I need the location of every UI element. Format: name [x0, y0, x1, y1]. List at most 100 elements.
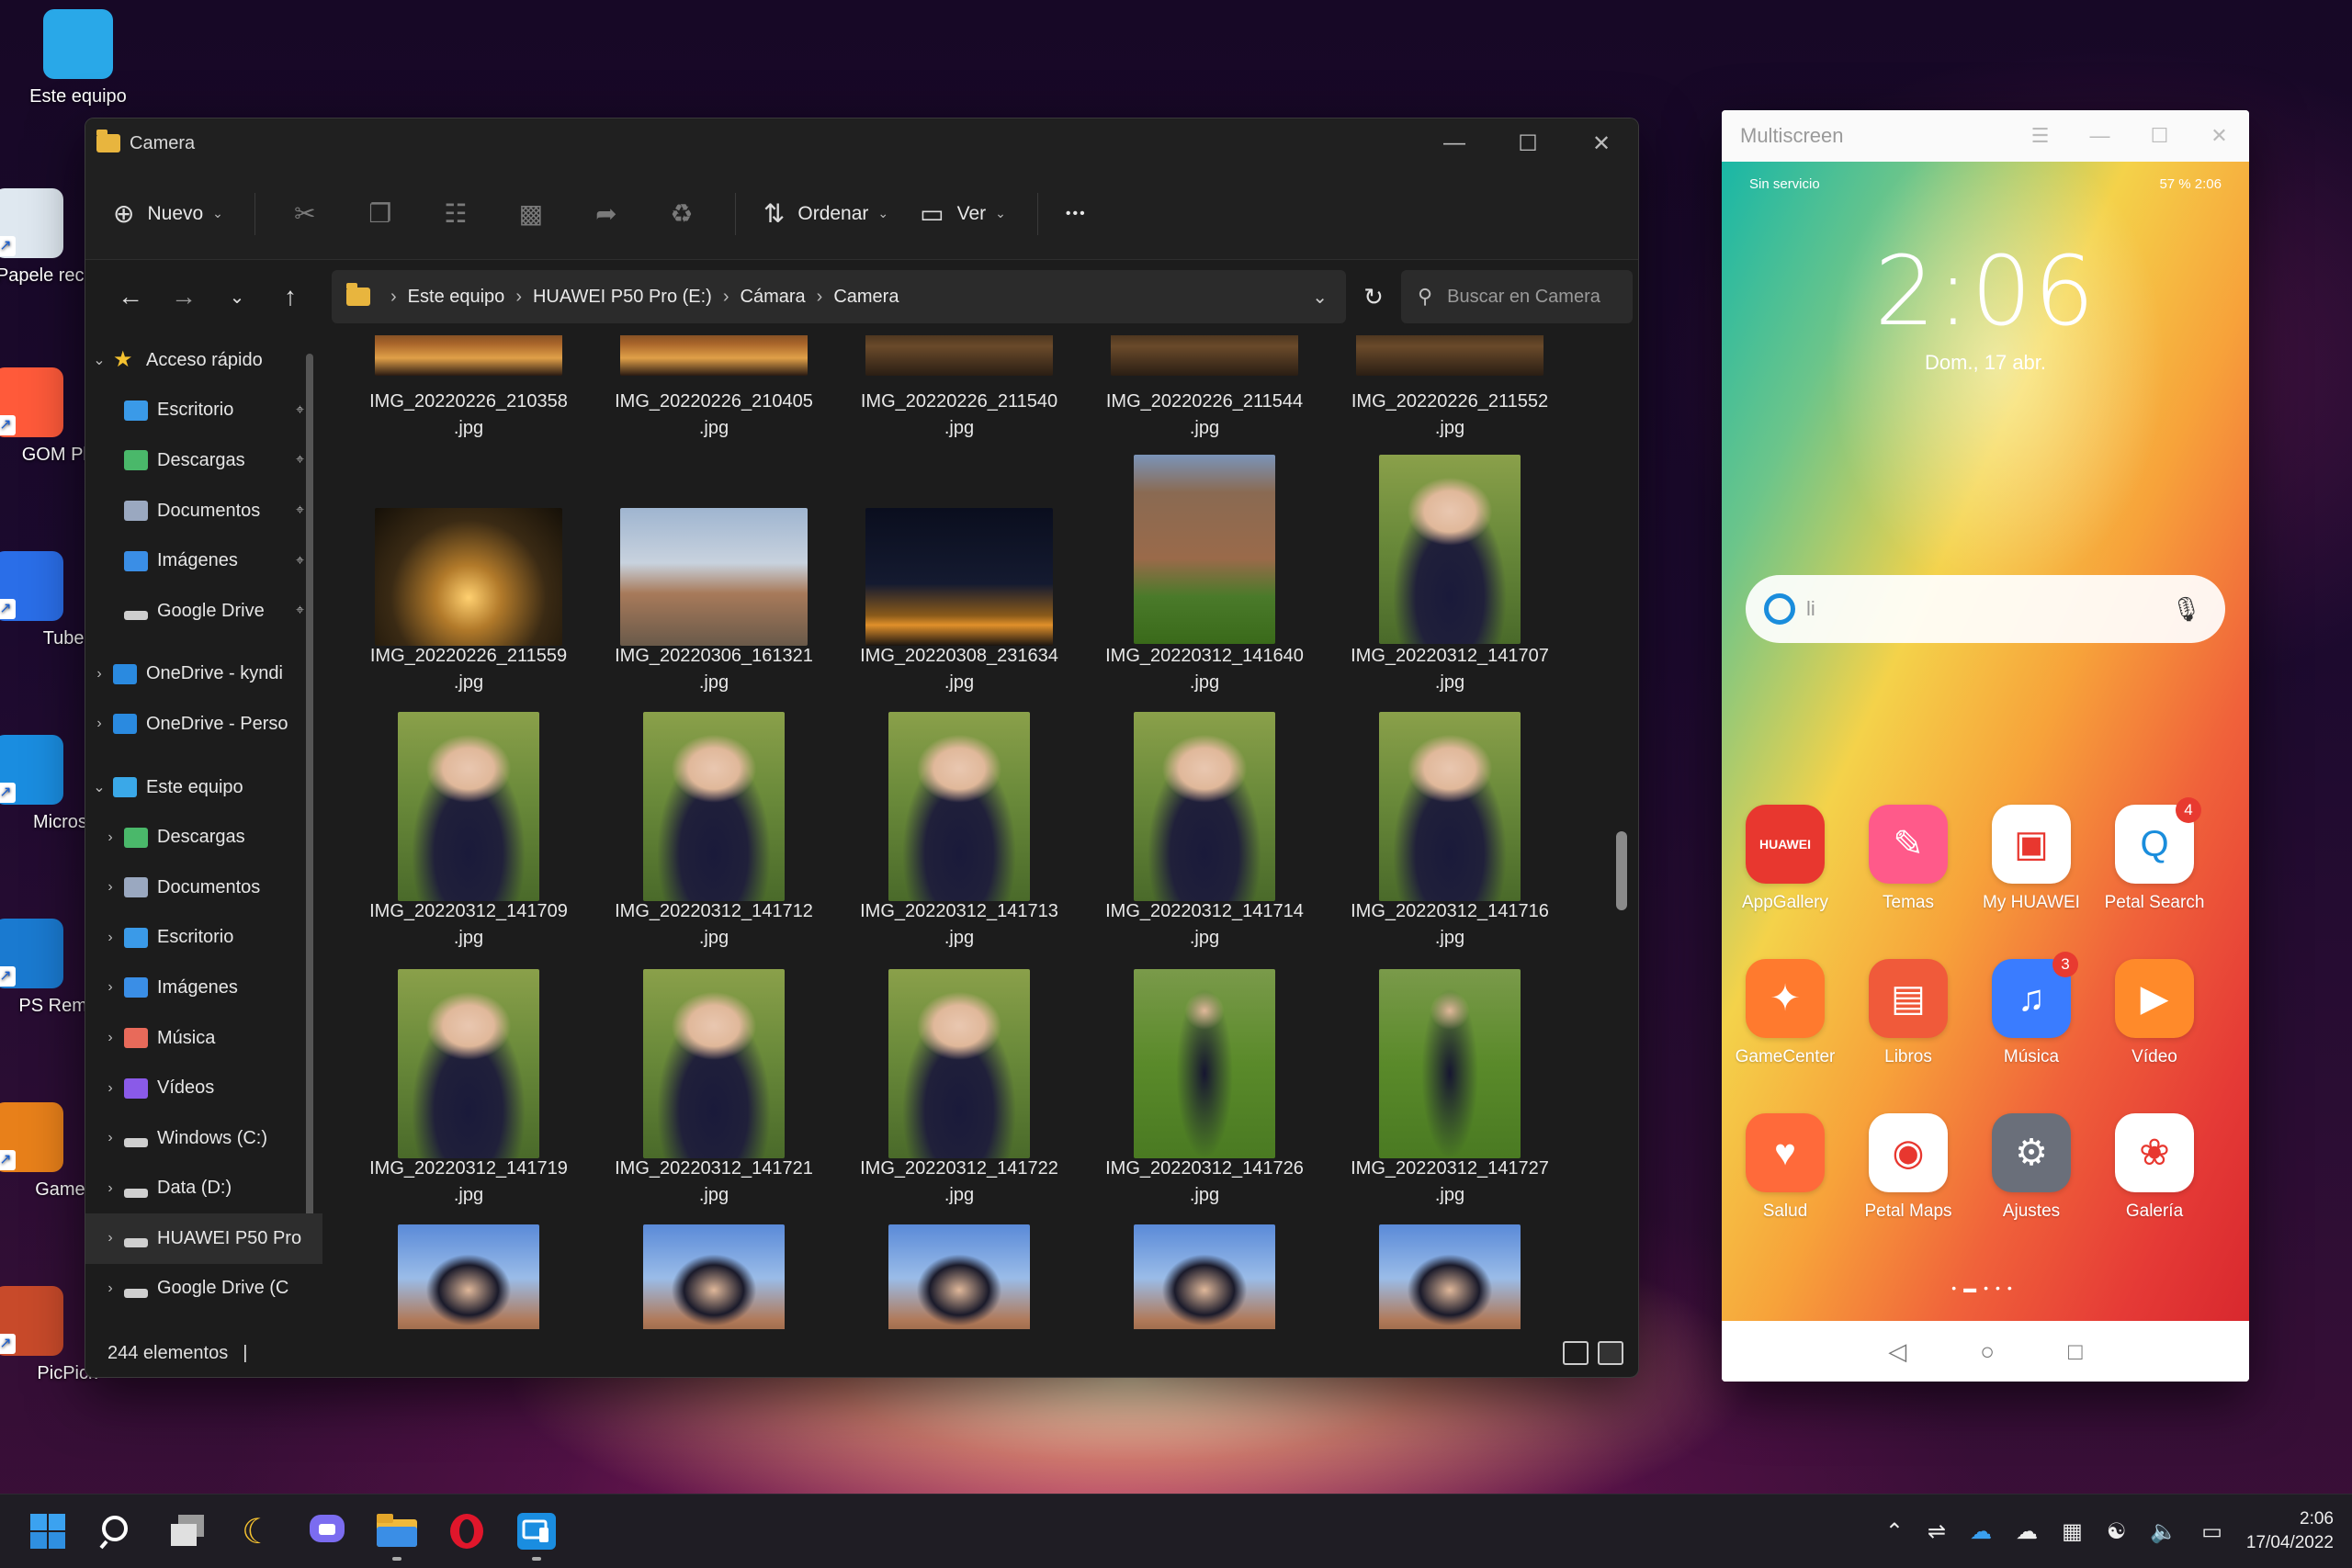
desktop-shortcut[interactable]: ↗ PicPick [0, 1286, 97, 1384]
wifi-icon[interactable]: ☯ [2107, 1518, 2127, 1545]
app-launcher[interactable]: HUAWEI AppGallery [1724, 805, 1847, 913]
address-dropdown-icon[interactable]: ⌄ [1312, 286, 1328, 309]
sidebar-item[interactable]: Documentos ⌖ [85, 486, 322, 536]
maximize-button[interactable]: ☐ [1491, 130, 1565, 157]
desktop-shortcut[interactable]: ↗ Papele recic [0, 188, 97, 287]
chevron-right-icon[interactable]: › [96, 930, 124, 946]
search-input[interactable]: ⚲ Buscar en Camera [1401, 270, 1633, 323]
menu-icon[interactable]: ☰ [2010, 124, 2070, 148]
chevron-right-icon[interactable]: › [96, 879, 124, 896]
app-launcher[interactable]: ⚙ Ajustes [1970, 1113, 2093, 1222]
navigation-pane[interactable]: ⌄ ★ Acceso rápido Escritorio ⌖ Descargas ⌖ Docu… [85, 335, 322, 1329]
chevron-right-icon[interactable]: › [96, 1130, 124, 1146]
view-button[interactable]: ▭ Ver ⌄ [920, 198, 1006, 229]
multiscreen-taskbar-button[interactable] [502, 1498, 571, 1564]
sidebar-item[interactable]: ⌄ ★ Acceso rápido [85, 335, 322, 386]
battery-icon[interactable]: ▭ [2201, 1518, 2222, 1545]
chevron-right-icon[interactable]: › [96, 1030, 124, 1046]
recents-nav-icon[interactable]: □ [2068, 1337, 2083, 1366]
home-nav-icon[interactable]: ○ [1980, 1337, 1995, 1366]
file-explorer-taskbar-button[interactable] [362, 1498, 432, 1564]
desktop-shortcut[interactable]: Este equipo [9, 9, 147, 107]
chevron-right-icon[interactable]: › [96, 829, 124, 846]
large-icons-view-icon[interactable] [1598, 1341, 1623, 1365]
sidebar-item[interactable]: Google Drive ⌖ [85, 586, 322, 637]
cloud-icon[interactable]: ☁ [2016, 1518, 2038, 1545]
multiscreen-title-bar[interactable]: Multiscreen ☰ — ☐ ✕ [1722, 110, 2249, 162]
sidebar-item[interactable]: › Escritorio [85, 913, 322, 964]
task-view-button[interactable] [153, 1498, 222, 1564]
forward-button[interactable]: → [157, 282, 210, 311]
sidebar-item[interactable]: › Data (D:) [85, 1164, 322, 1214]
sort-button[interactable]: ⇅ Ordenar ⌄ [763, 198, 888, 229]
back-nav-icon[interactable]: ◁ [1888, 1337, 1906, 1366]
chevron-right-icon[interactable]: › [96, 979, 124, 996]
share-icon[interactable]: ➦ [584, 198, 628, 229]
more-options-button[interactable]: ••• [1066, 206, 1087, 222]
copy-icon[interactable]: ❐ [358, 198, 402, 229]
app-launcher[interactable]: ♫ 3 Música [1970, 952, 2093, 1067]
teams-chat-button[interactable] [292, 1498, 362, 1564]
refresh-button[interactable]: ↻ [1346, 283, 1401, 311]
start-button[interactable] [13, 1498, 83, 1564]
night-light-app[interactable]: ☾ [222, 1498, 292, 1564]
file-view[interactable]: IMG_20220226_210358 .jpg IMG_20220226_2104… [322, 335, 1638, 1329]
close-button[interactable]: ✕ [1565, 130, 1638, 157]
app-launcher[interactable]: ▶ Vídeo [2093, 959, 2216, 1067]
app-launcher[interactable]: ▤ Libros [1847, 959, 1970, 1067]
desktop-shortcut[interactable]: ↗ GameE [0, 1102, 97, 1201]
maximize-button[interactable]: ☐ [2130, 124, 2189, 148]
sidebar-item[interactable]: › Descargas [85, 812, 322, 863]
sidebar-item[interactable]: ⌄ Este equipo [85, 762, 322, 813]
phone-screen[interactable]: Sin servicio 57 % 2:06 2:06 Dom., 17 abr… [1722, 162, 2249, 1382]
app-launcher[interactable]: ◉ Petal Maps [1847, 1113, 1970, 1222]
sidebar-item[interactable]: › OneDrive - kyndi [85, 649, 322, 700]
breadcrumb-camera[interactable]: Camera [833, 287, 899, 308]
chevron-right-icon[interactable]: › [96, 1230, 124, 1247]
up-button[interactable]: ↑ [264, 282, 317, 311]
breadcrumb-drive[interactable]: HUAWEI P50 Pro (E:) [533, 287, 712, 308]
chevron-right-icon[interactable]: › [85, 716, 113, 732]
chevron-right-icon[interactable]: › [96, 1180, 124, 1197]
minimize-button[interactable]: — [1418, 130, 1491, 157]
breadcrumb-camara[interactable]: Cámara [741, 287, 806, 308]
controls-icon[interactable]: ⇌ [1928, 1518, 1946, 1545]
close-button[interactable]: ✕ [2189, 124, 2249, 148]
network-activity-icon[interactable]: ▦ [2062, 1518, 2083, 1545]
app-launcher[interactable]: ❀ Galería [2093, 1113, 2216, 1222]
sidebar-item[interactable]: Escritorio ⌖ [85, 386, 322, 436]
chevron-right-icon[interactable]: › [96, 1080, 124, 1097]
app-launcher[interactable]: ✎ Temas [1847, 805, 1970, 913]
sidebar-item[interactable]: › Vídeos [85, 1063, 322, 1113]
delete-icon[interactable]: ♻ [660, 198, 704, 229]
microphone-icon[interactable]: 🎙 [2171, 595, 2201, 624]
sidebar-item[interactable]: › HUAWEI P50 Pro [85, 1213, 322, 1264]
desktop-shortcut[interactable]: ↗ Microso [0, 735, 97, 833]
sidebar-item[interactable]: Descargas ⌖ [85, 435, 322, 486]
phone-search-bar[interactable]: li 🎙 [1746, 575, 2225, 643]
sidebar-item[interactable]: › Windows (C:) [85, 1113, 322, 1164]
opera-button[interactable] [432, 1498, 502, 1564]
sidebar-item[interactable]: › Google Drive (C [85, 1264, 322, 1314]
sidebar-item[interactable]: › Imágenes [85, 963, 322, 1013]
chevron-down-icon[interactable]: ⌄ [85, 778, 113, 796]
desktop-shortcut[interactable]: ↗ PS Remo [0, 919, 97, 1017]
address-bar[interactable]: › Este equipo › HUAWEI P50 Pro (E:) › Cá… [332, 270, 1346, 323]
sidebar-item[interactable]: › OneDrive - Perso [85, 699, 322, 750]
sidebar-item[interactable]: › Documentos [85, 863, 322, 913]
chevron-down-icon[interactable]: ⌄ [85, 351, 113, 369]
explorer-title-bar[interactable]: Camera — ☐ ✕ [85, 118, 1638, 168]
desktop-shortcut[interactable]: ↗ TubeD [0, 551, 97, 649]
desktop-shortcut[interactable]: ↗ GOM Pla [0, 367, 97, 466]
app-launcher[interactable]: ▣ My HUAWEI [1970, 805, 2093, 913]
paste-icon[interactable]: ☷ [434, 198, 478, 229]
app-launcher[interactable]: Q 4 Petal Search [2093, 797, 2216, 913]
back-button[interactable]: ← [104, 282, 157, 311]
chevron-right-icon[interactable]: › [96, 1280, 124, 1297]
cut-icon[interactable]: ✂ [283, 198, 327, 229]
onedrive-icon[interactable]: ☁ [1970, 1518, 1992, 1545]
search-button[interactable] [83, 1498, 153, 1564]
volume-icon[interactable]: 🔈 [2150, 1518, 2177, 1545]
new-button[interactable]: ⊕ Nuevo ⌄ [113, 198, 223, 229]
recent-locations-button[interactable]: ⌄ [210, 286, 264, 309]
